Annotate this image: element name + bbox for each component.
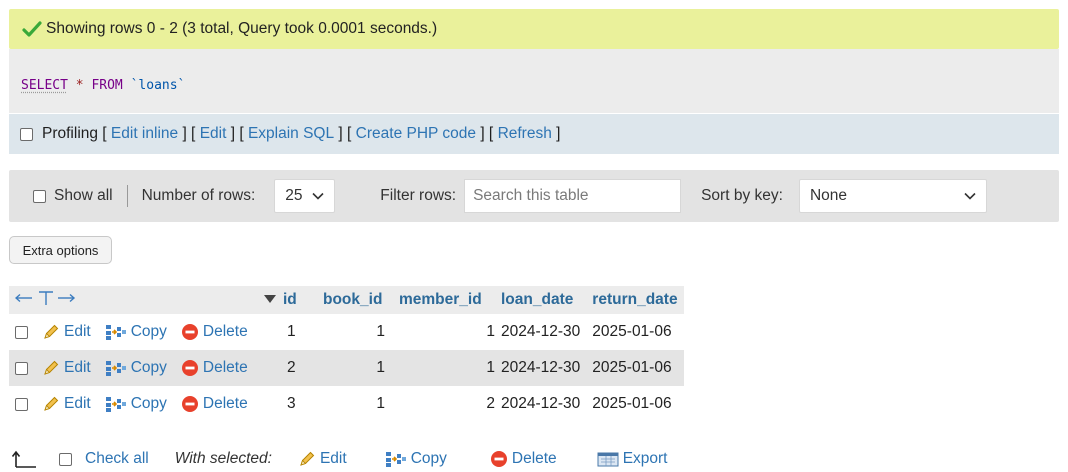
chevron-down-icon (312, 192, 324, 200)
divider (126, 185, 128, 207)
column-arrows-icon[interactable] (14, 290, 77, 311)
column-header-book-id[interactable]: book_id (317, 286, 393, 314)
cell-return-date: 2025-01-06 (592, 323, 672, 340)
cell-book-id: 1 (376, 395, 385, 412)
sort-by-key-value: None (809, 187, 847, 204)
number-of-rows-value: 25 (285, 187, 303, 204)
profiling-bar: Profiling [ Edit inline ] [ Edit ] [ Exp… (9, 114, 1059, 154)
number-of-rows-label: Number of rows: (141, 187, 256, 204)
cell-return-date: 2025-01-06 (592, 395, 672, 412)
row-edit-link[interactable]: Edit (42, 395, 91, 413)
create-php-code-link[interactable]: Create PHP code (356, 125, 476, 143)
delete-icon (181, 323, 199, 341)
cell-loan-date: 2024-12-30 (495, 350, 587, 386)
cell-member-id: 1 (393, 350, 495, 386)
pencil-icon (42, 323, 60, 341)
sql-query-box: SELECT * FROM `loans` (9, 49, 1059, 113)
bulk-edit-button[interactable]: Edit (298, 450, 347, 468)
column-header-loan-date[interactable]: loan_date (495, 286, 587, 314)
row-delete-link[interactable]: Delete (181, 359, 248, 377)
row-checkbox[interactable] (15, 361, 28, 375)
column-header-return-date[interactable]: return_date (586, 286, 684, 314)
table-header-row: id book_id member_id loan_date return_da… (9, 286, 684, 314)
export-icon (597, 450, 619, 468)
cell-id: 2 (277, 350, 317, 386)
copy-icon (105, 359, 127, 377)
row-actions-cell: Edit Copy Delete (9, 350, 277, 386)
check-icon (22, 21, 42, 37)
copy-icon (385, 450, 407, 468)
row-delete-link[interactable]: Delete (181, 323, 248, 341)
bulk-delete-button[interactable]: Delete (490, 450, 557, 468)
copy-icon (105, 395, 127, 413)
profiling-checkbox[interactable] (20, 127, 33, 141)
column-header-id[interactable]: id (277, 286, 317, 314)
row-copy-link[interactable]: Copy (105, 323, 167, 341)
row-actions-cell: Edit Copy Delete (9, 314, 277, 350)
edit-inline-link[interactable]: Edit inline (111, 125, 178, 143)
sql-keyword-from: FROM (91, 78, 123, 93)
show-all-checkbox[interactable] (33, 189, 46, 203)
delete-icon (490, 450, 508, 468)
copy-icon (105, 323, 127, 341)
sql-star: * (75, 78, 84, 93)
cell-id: 3 (287, 395, 296, 412)
row-checkbox[interactable] (15, 397, 28, 411)
row-edit-link[interactable]: Edit (42, 359, 91, 377)
bulk-copy-button[interactable]: Copy (385, 450, 447, 468)
column-controls-header (9, 286, 277, 314)
with-selected-label: With selected: (174, 450, 272, 467)
row-edit-link[interactable]: Edit (42, 323, 91, 341)
pencil-icon (42, 395, 60, 413)
cell-member-id: 1 (486, 323, 495, 340)
success-message-text: Showing rows 0 - 2 (3 total, Query took … (46, 20, 438, 37)
sql-keyword-select[interactable]: SELECT (21, 78, 68, 93)
results-table: id book_id member_id loan_date return_da… (9, 286, 684, 422)
refresh-link[interactable]: Refresh (498, 125, 552, 143)
row-copy-link[interactable]: Copy (105, 395, 167, 413)
sql-table-name: `loans` (130, 78, 186, 93)
pencil-icon (298, 450, 316, 468)
delete-icon (181, 359, 199, 377)
extra-options-button[interactable]: Extra options (9, 236, 112, 264)
cell-id: 1 (287, 323, 296, 340)
cell-loan-date: 2024-12-30 (501, 323, 581, 340)
row-checkbox[interactable] (15, 325, 28, 339)
table-row: Edit Copy Delete (9, 314, 684, 350)
arrow-up-left-icon (11, 450, 37, 468)
cell-book-id: 1 (317, 350, 393, 386)
pencil-icon (42, 359, 60, 377)
table-navigation-bar: Show all Number of rows: 25 Filter rows:… (9, 170, 1059, 222)
cell-member-id: 2 (486, 395, 495, 412)
cell-loan-date: 2024-12-30 (501, 395, 581, 412)
row-copy-link[interactable]: Copy (105, 359, 167, 377)
chevron-down-icon (964, 192, 976, 200)
row-actions-cell: Edit Copy Delete (9, 386, 277, 422)
row-delete-link[interactable]: Delete (181, 395, 248, 413)
bulk-actions-bar: Check all With selected: Edit Copy Delet… (9, 446, 1059, 472)
column-header-member-id[interactable]: member_id (393, 286, 495, 314)
number-of-rows-select[interactable]: 25 (274, 179, 336, 213)
profiling-label: Profiling (42, 125, 98, 142)
table-row: Edit Copy Delete (9, 350, 684, 386)
bulk-export-button[interactable]: Export (597, 450, 668, 468)
delete-icon (181, 395, 199, 413)
explain-sql-link[interactable]: Explain SQL (248, 125, 334, 143)
success-message: Showing rows 0 - 2 (3 total, Query took … (9, 9, 1059, 49)
edit-query-link[interactable]: Edit (200, 125, 227, 143)
cell-return-date: 2025-01-06 (586, 350, 684, 386)
sql-query: SELECT * FROM `loans` (21, 78, 185, 93)
cell-book-id: 1 (376, 323, 385, 340)
filter-rows-label: Filter rows: (380, 187, 457, 204)
sort-by-key-label: Sort by key: (701, 187, 783, 204)
sort-by-key-select[interactable]: None (798, 179, 987, 213)
show-all-label: Show all (54, 187, 113, 204)
filter-rows-input[interactable] (464, 179, 682, 213)
check-all-checkbox[interactable] (59, 452, 72, 466)
table-row: Edit Copy Delete (9, 386, 684, 422)
check-all-label[interactable]: Check all (85, 450, 149, 468)
sort-desc-icon[interactable] (263, 291, 277, 309)
